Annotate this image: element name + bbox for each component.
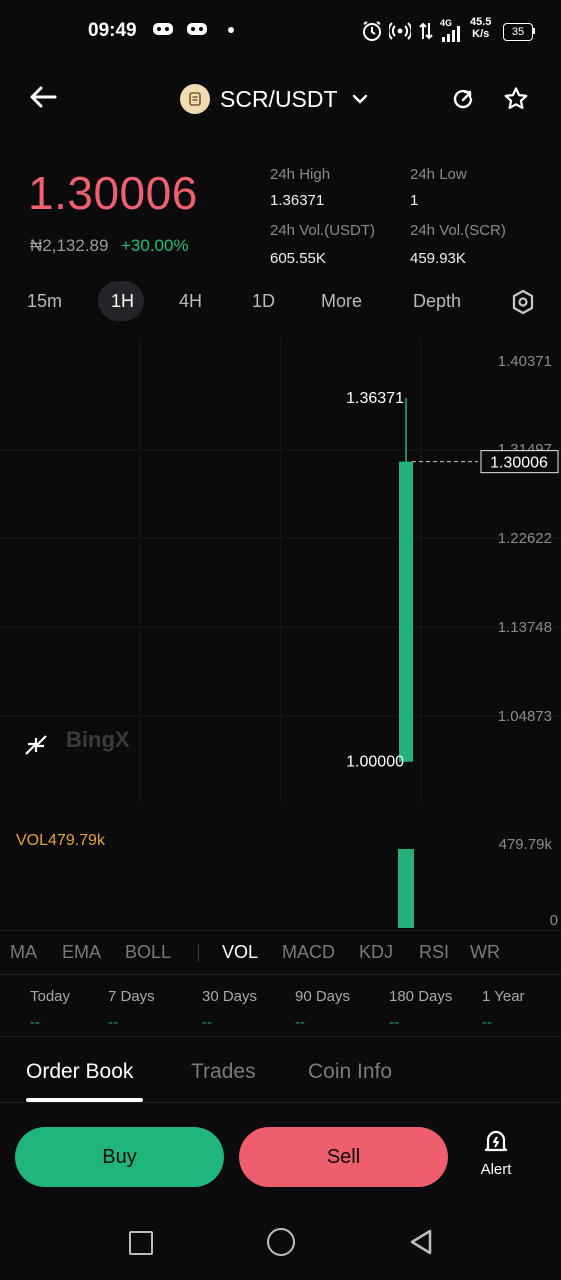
vol-usdt-label: 24h Vol.(USDT): [270, 222, 376, 239]
system-nav-bar: [0, 1200, 561, 1280]
indicator-ma[interactable]: MA: [10, 942, 37, 963]
y-tick-label: 1.22622: [498, 530, 552, 547]
vol-scr-value: 459.93K: [410, 250, 466, 267]
tab-order-book[interactable]: Order Book: [26, 1060, 133, 1084]
y-tick-label: 1.13748: [498, 619, 552, 636]
watermark-logo: BingX: [66, 727, 130, 752]
divider: [0, 1102, 561, 1103]
hexagon-settings-icon: [512, 289, 534, 315]
volume-bar: [398, 849, 414, 928]
perf-period-label: 30 Days: [202, 988, 258, 1005]
low-label: 24h Low: [410, 166, 467, 183]
status-bar: 09:49 4G 45.5 K/s 35: [0, 0, 561, 62]
arrow-left-icon: [30, 86, 57, 108]
perf-period-value: --: [202, 1014, 212, 1031]
perf-period-value: --: [389, 1014, 399, 1031]
vol-indicator-label: VOL479.79k: [16, 832, 105, 849]
triangle-back-icon: [410, 1229, 432, 1255]
perf-period-value: --: [295, 1014, 305, 1031]
alert-button[interactable]: Alert: [474, 1128, 518, 1178]
divider: [0, 1036, 561, 1037]
divider: [0, 930, 561, 931]
tab-1h[interactable]: 1H: [111, 291, 134, 312]
indicator-boll[interactable]: BOLL: [125, 942, 171, 963]
bell-bolt-icon: [484, 1130, 508, 1152]
notification-dot-icon: [228, 27, 234, 33]
low-marker-label: 1.00000: [346, 754, 404, 771]
vol-tick-label: 479.79k: [499, 836, 553, 853]
indicator-macd[interactable]: MACD: [282, 942, 335, 963]
last-price: 1.30006: [28, 167, 198, 219]
volume-bars: [398, 849, 414, 928]
vol-scr-label: 24h Vol.(SCR): [410, 222, 506, 239]
vol-usdt-value: 605.55K: [270, 250, 326, 267]
high-value: 1.36371: [270, 192, 325, 209]
perf-period-value: --: [482, 1014, 492, 1031]
high-label: 24h High: [270, 166, 331, 183]
indicator-rsi[interactable]: RSI: [419, 942, 449, 963]
tab-trades[interactable]: Trades: [191, 1060, 256, 1084]
indicator-kdj[interactable]: KDJ: [359, 942, 393, 963]
perf-period-label: 180 Days: [389, 988, 453, 1005]
refresh-arrow-icon: [453, 89, 473, 109]
high-marker-label: 1.36371: [346, 390, 404, 407]
pair-selector[interactable]: SCR/USDT: [180, 84, 368, 114]
candles: [399, 398, 413, 762]
system-back-button[interactable]: [408, 1228, 434, 1261]
indicator-wr[interactable]: WR: [470, 942, 500, 963]
price-change-percent: +30.00%: [121, 236, 189, 255]
perf-period-label: 7 Days: [108, 988, 155, 1005]
home-button[interactable]: [267, 1228, 295, 1256]
perf-period-label: 1 Year: [482, 988, 525, 1005]
tab-depth[interactable]: Depth: [413, 291, 461, 312]
alert-label: Alert: [480, 1161, 512, 1178]
recents-button[interactable]: [129, 1231, 153, 1255]
perf-period-value: --: [30, 1014, 40, 1031]
indicator-vol[interactable]: VOL: [222, 942, 258, 963]
indicator-ema[interactable]: EMA: [62, 942, 101, 963]
tab-1d[interactable]: 1D: [252, 291, 275, 312]
battery-tip: [533, 28, 535, 34]
buy-button[interactable]: Buy: [15, 1127, 224, 1187]
coin-logo-icon: [180, 84, 210, 114]
battery-icon: 35: [503, 23, 533, 41]
battery-level: 35: [511, 26, 525, 38]
low-value: 1: [410, 192, 419, 209]
hotspot-icon: [387, 21, 413, 46]
net-speed: 45.5 K/s: [470, 16, 491, 40]
chevron-down-icon: [352, 94, 367, 104]
sell-button[interactable]: Sell: [239, 1127, 448, 1187]
y-tick-label: 1.40371: [498, 353, 552, 370]
divider: [0, 974, 561, 975]
fiat-price: ₦2,132.89: [30, 236, 109, 255]
net-speed-unit: K/s: [472, 28, 490, 40]
back-button[interactable]: [28, 82, 58, 120]
data-transfer-icon: [418, 21, 434, 46]
candle-body: [399, 461, 413, 762]
perf-period-value: --: [108, 1014, 118, 1031]
share-refresh-button[interactable]: [450, 86, 476, 117]
tab-coin-info[interactable]: Coin Info: [308, 1060, 392, 1084]
vol-tick-label: 0: [550, 912, 558, 928]
indicator-divider: [198, 944, 199, 962]
chart-settings-button[interactable]: [511, 289, 535, 320]
current-price-tag-text: 1.30006: [490, 455, 548, 472]
star-icon: [504, 87, 528, 109]
game-controller-icon: [186, 20, 208, 43]
alarm-icon: [361, 20, 383, 47]
perf-period-label: 90 Days: [295, 988, 351, 1005]
tab-4h[interactable]: 4H: [179, 291, 202, 312]
favorite-button[interactable]: [503, 86, 529, 117]
perf-period-label: Today: [30, 988, 71, 1005]
game-controller-icon: [152, 20, 174, 43]
tab-15m[interactable]: 15m: [27, 291, 62, 312]
fullscreen-button[interactable]: [25, 735, 47, 755]
net-speed-value: 45.5: [470, 16, 492, 28]
tab-more[interactable]: More: [321, 291, 362, 312]
expand-icon: [25, 735, 47, 755]
status-time: 09:49: [88, 20, 137, 41]
y-tick-label: 1.04873: [498, 708, 552, 725]
pair-name: SCR/USDT: [220, 85, 338, 112]
signal-icon: [440, 26, 462, 47]
